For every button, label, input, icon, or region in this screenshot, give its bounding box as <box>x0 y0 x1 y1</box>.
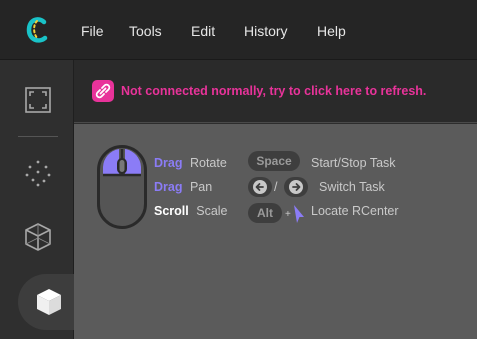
sidebar-item-wireframe[interactable] <box>18 216 58 256</box>
wireframe-cube-icon <box>25 223 51 251</box>
help-start-stop: Start/Stop Task <box>311 156 396 170</box>
broken-link-icon <box>92 80 114 102</box>
slash-separator: / <box>274 180 278 194</box>
connection-notice-bar[interactable]: Not connected normally, try to click her… <box>74 60 477 123</box>
point-cloud-icon <box>25 160 51 187</box>
help-switch-task: Switch Task <box>319 180 385 194</box>
help-pan-label: Pan <box>189 180 213 194</box>
title-bar: File Tools Edit History Help <box>0 0 477 60</box>
sidebar-item-point-cloud[interactable] <box>18 152 58 192</box>
viewport-3d[interactable]: Drag Rotate Drag Pan Scroll Scale Space … <box>74 124 477 339</box>
menu-history[interactable]: History <box>244 22 288 40</box>
alt-key: Alt <box>248 203 282 223</box>
next-task-key <box>284 177 308 197</box>
help-rotate-action: Drag <box>154 156 183 170</box>
main-area: Not connected normally, try to click her… <box>74 60 477 339</box>
cursor-arrow-icon <box>294 205 304 223</box>
help-scale-action: Scroll <box>154 204 189 218</box>
help-pan-action: Drag <box>154 180 183 194</box>
frame-icon <box>25 87 51 113</box>
sidebar <box>0 60 88 339</box>
sidebar-divider <box>18 136 58 137</box>
solid-cube-icon <box>37 289 61 315</box>
app-logo-icon <box>26 17 48 43</box>
prev-task-key <box>248 177 272 197</box>
help-locate-rcenter: Locate RCenter <box>311 204 399 218</box>
menu-tools[interactable]: Tools <box>129 22 162 40</box>
help-pan: Drag Pan <box>154 179 212 195</box>
help-scale-label: Scale <box>196 204 228 218</box>
connection-notice-text[interactable]: Not connected normally, try to click her… <box>121 84 426 98</box>
menu-help[interactable]: Help <box>317 22 346 40</box>
mouse-diagram-icon <box>97 145 147 229</box>
menu-file[interactable]: File <box>81 22 104 40</box>
space-key: Space <box>248 151 300 171</box>
sidebar-item-frame[interactable] <box>18 80 58 120</box>
menu-edit[interactable]: Edit <box>191 22 215 40</box>
arrow-right-icon <box>289 180 303 194</box>
help-rotate: Drag Rotate <box>154 155 227 171</box>
arrow-left-icon <box>253 180 267 194</box>
help-rotate-label: Rotate <box>189 156 227 170</box>
help-scale: Scroll Scale <box>154 203 228 219</box>
plus-separator: + <box>285 209 291 220</box>
